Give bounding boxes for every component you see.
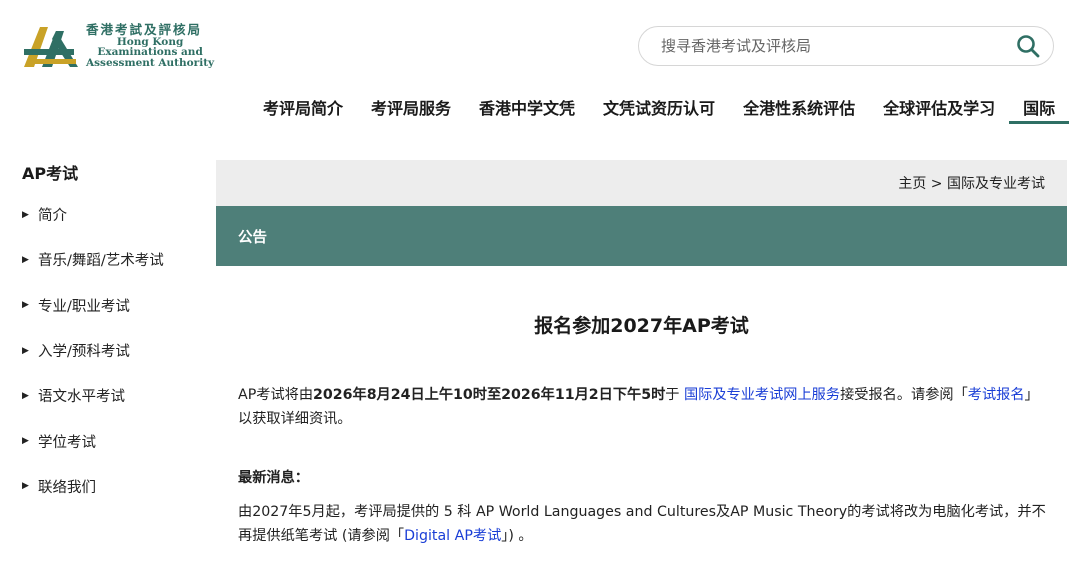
triangle-right-icon: ▶ — [22, 254, 29, 265]
logo-chinese-name: 香港考試及評核局 — [86, 22, 203, 37]
breadcrumb: 主页 > 国际及专业考试 — [216, 160, 1067, 206]
digital-ap-link[interactable]: Digital AP考试 — [404, 528, 501, 544]
registration-period: 2026年8月24日上午10时至2026年11月2日下午5时 — [313, 387, 666, 403]
search-input[interactable] — [661, 37, 1015, 55]
sidebar-item-admission-exams[interactable]: ▶ 入学/预科考试 — [22, 328, 202, 373]
triangle-right-icon: ▶ — [22, 390, 29, 401]
news-paragraph: 由2027年5月起，考评局提供的 5 科 AP World Languages … — [238, 500, 1048, 548]
online-services-link[interactable]: 国际及专业考试网上服务 — [684, 387, 840, 403]
triangle-right-icon: ▶ — [22, 481, 29, 492]
triangle-right-icon: ▶ — [22, 209, 29, 220]
sidebar-item-label: 音乐/舞蹈/艺术考试 — [38, 253, 164, 270]
triangle-right-icon: ▶ — [22, 300, 29, 311]
sidebar-title: AP考试 — [22, 164, 79, 183]
breadcrumb-text[interactable]: 主页 > 国际及专业考试 — [898, 173, 1045, 193]
sidebar-item-language-exams[interactable]: ▶ 语文水平考试 — [22, 373, 202, 418]
banner-label: 公告 — [238, 229, 267, 246]
sidebar-item-label: 学位考试 — [38, 434, 96, 451]
page-title: 报名参加2027年AP考试 — [534, 315, 749, 337]
triangle-right-icon: ▶ — [22, 436, 29, 447]
sidebar-item-label: 联络我们 — [38, 479, 96, 496]
section-banner: 公告 — [216, 206, 1067, 266]
search-box — [638, 26, 1054, 66]
sidebar-item-arts-exams[interactable]: ▶ 音乐/舞蹈/艺术考试 — [22, 237, 202, 282]
triangle-right-icon: ▶ — [22, 345, 29, 356]
registration-paragraph: AP考试将由2026年8月24日上午10时至2026年11月2日下午5时于 国际… — [238, 383, 1048, 431]
p3-text-a: 由2027年5月起，考评局提供的 5 科 AP World Languages … — [238, 504, 1046, 544]
logo-english-line-2: Examinations and — [97, 46, 203, 58]
exam-registration-link[interactable]: 考试报名 — [968, 387, 1025, 403]
p1-text-a: AP考试将由 — [238, 387, 314, 403]
latest-news-heading: 最新消息： — [238, 470, 309, 486]
sidebar-item-contact-us[interactable]: ▶ 联络我们 — [22, 464, 202, 509]
nav-item-hkdse[interactable]: 香港中学文凭 — [465, 84, 589, 124]
nav-item-tsa[interactable]: 全港性系统评估 — [729, 84, 869, 124]
search-icon[interactable] — [1015, 33, 1041, 59]
p1-text-d: 接受报名。请参阅「 — [840, 387, 968, 403]
sidebar-item-intro[interactable]: ▶ 简介 — [22, 192, 202, 237]
nav-item-about[interactable]: 考评局简介 — [249, 84, 357, 124]
logo-mark-icon — [22, 21, 80, 71]
sidebar-item-label: 入学/预科考试 — [38, 344, 130, 361]
sidebar-item-label: 简介 — [38, 208, 67, 225]
hkeaa-logo[interactable]: 香港考試及評核局 Hong Kong Examinations and Asse… — [22, 20, 222, 72]
nav-item-services[interactable]: 考评局服务 — [357, 84, 465, 124]
nav-item-recognition[interactable]: 文凭试资历认可 — [589, 84, 729, 124]
sidebar-item-label: 语文水平考试 — [38, 389, 125, 406]
sidebar-item-label: 专业/职业考试 — [38, 298, 130, 315]
sidebar-item-degree-exams[interactable]: ▶ 学位考试 — [22, 418, 202, 463]
p3-text-b: 」) 。 — [501, 528, 533, 544]
logo-english-line-3: Assessment Authority — [86, 56, 215, 69]
p1-text-c: 于 — [665, 387, 684, 403]
main-nav: 考评局简介 考评局服务 香港中学文凭 文凭试资历认可 全港性系统评估 全球评估及… — [249, 84, 1070, 124]
nav-item-international[interactable]: 国际 — [1009, 84, 1070, 124]
sidebar-item-professional-exams[interactable]: ▶ 专业/职业考试 — [22, 283, 202, 328]
nav-item-global-assessment[interactable]: 全球评估及学习 — [869, 84, 1009, 124]
sidebar: AP考试 ▶ 简介 ▶ 音乐/舞蹈/艺术考试 ▶ 专业/职业考试 ▶ 入学/预科… — [22, 160, 202, 509]
